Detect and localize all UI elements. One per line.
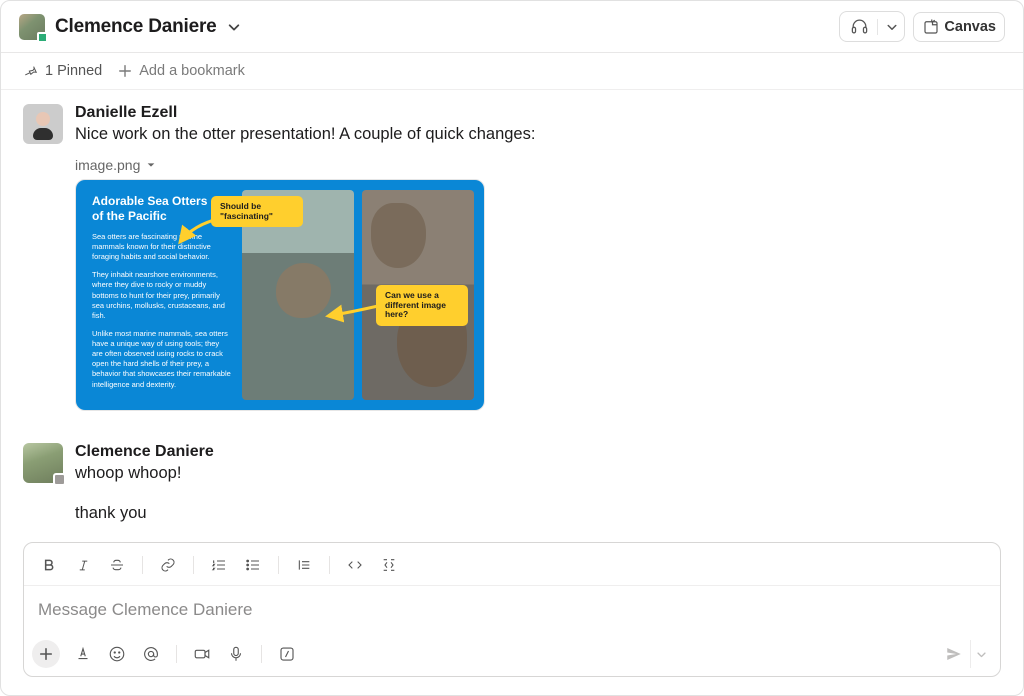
link-button[interactable] [153,551,183,579]
canvas-button[interactable]: Canvas [913,12,1005,42]
mention-button[interactable] [136,640,166,668]
strikethrough-button[interactable] [102,551,132,579]
slide-paragraph: Unlike most marine mammals, sea otters h… [92,329,232,390]
channel-header: Clemence Daniere Canvas [1,1,1023,53]
formatting-toggle-button[interactable] [68,640,98,668]
message-text: thank you [75,502,1001,526]
attachment-header[interactable]: image.png [75,157,1001,173]
video-clip-button[interactable] [187,640,217,668]
slide-paragraph: They inhabit nearshore environments, whe… [92,270,232,321]
message-author[interactable]: Clemence Daniere [75,443,1001,461]
audio-clip-button[interactable] [221,640,251,668]
slide-title-line: of the Pacific [92,209,167,223]
chevron-down-icon [886,21,898,33]
send-options-button[interactable] [970,640,992,668]
code-block-button[interactable] [374,551,404,579]
message-text: Nice work on the otter presentation! A c… [75,123,1001,147]
dm-title-button[interactable]: Clemence Daniere [19,14,241,40]
attach-button[interactable] [32,640,60,668]
message-author[interactable]: Danielle Ezell [75,104,1001,122]
annotation-arrow-icon [322,298,382,328]
code-button[interactable] [340,551,370,579]
add-bookmark-label: Add a bookmark [139,63,245,79]
ordered-list-button[interactable] [204,551,234,579]
italic-button[interactable] [68,551,98,579]
headphones-icon [850,17,869,36]
emoji-button[interactable] [102,640,132,668]
header-avatar [19,14,45,40]
slide-image: Adorable Sea Otters of the Pacific Sea o… [76,180,484,410]
dm-name: Clemence Daniere [55,16,217,38]
slide-title-line: Adorable Sea Otters [92,194,207,208]
message: Clemence Daniere whoop whoop! thank you [23,439,1001,536]
pinned-button[interactable]: 1 Pinned [23,63,102,79]
plus-icon [39,647,53,661]
bookmark-bar: 1 Pinned Add a bookmark [1,53,1023,90]
pinned-label: 1 Pinned [45,63,102,79]
message-list[interactable]: Danielle Ezell Nice work on the otter pr… [1,90,1023,542]
huddle-button[interactable] [839,11,905,42]
annotation-callout: Can we use a different image here? [376,285,468,326]
pin-icon [23,64,38,79]
add-bookmark-button[interactable]: Add a bookmark [118,63,245,79]
send-icon [945,645,963,663]
slash-command-button[interactable] [272,640,302,668]
canvas-label: Canvas [944,19,996,35]
bold-button[interactable] [34,551,64,579]
user-avatar[interactable] [23,104,63,144]
message-text: whoop whoop! [75,462,1001,486]
plus-icon [118,64,132,78]
blockquote-button[interactable] [289,551,319,579]
annotation-arrow-icon [174,212,234,252]
message-composer: Message Clemence Daniere [23,542,1001,677]
user-avatar[interactable] [23,443,63,483]
canvas-icon [922,18,940,36]
chevron-down-icon [227,20,241,34]
send-button[interactable] [938,640,970,668]
bullet-list-button[interactable] [238,551,268,579]
caret-down-icon [146,160,156,170]
format-toolbar [24,543,1000,586]
chevron-down-icon [976,649,987,660]
presence-away-icon [53,473,66,486]
message-input[interactable]: Message Clemence Daniere [24,586,1000,634]
presence-active-icon [37,32,48,43]
attachment-filename: image.png [75,157,140,173]
attachment-preview[interactable]: Adorable Sea Otters of the Pacific Sea o… [75,179,485,411]
message: Danielle Ezell Nice work on the otter pr… [23,100,1001,421]
composer-placeholder: Message Clemence Daniere [38,600,253,619]
